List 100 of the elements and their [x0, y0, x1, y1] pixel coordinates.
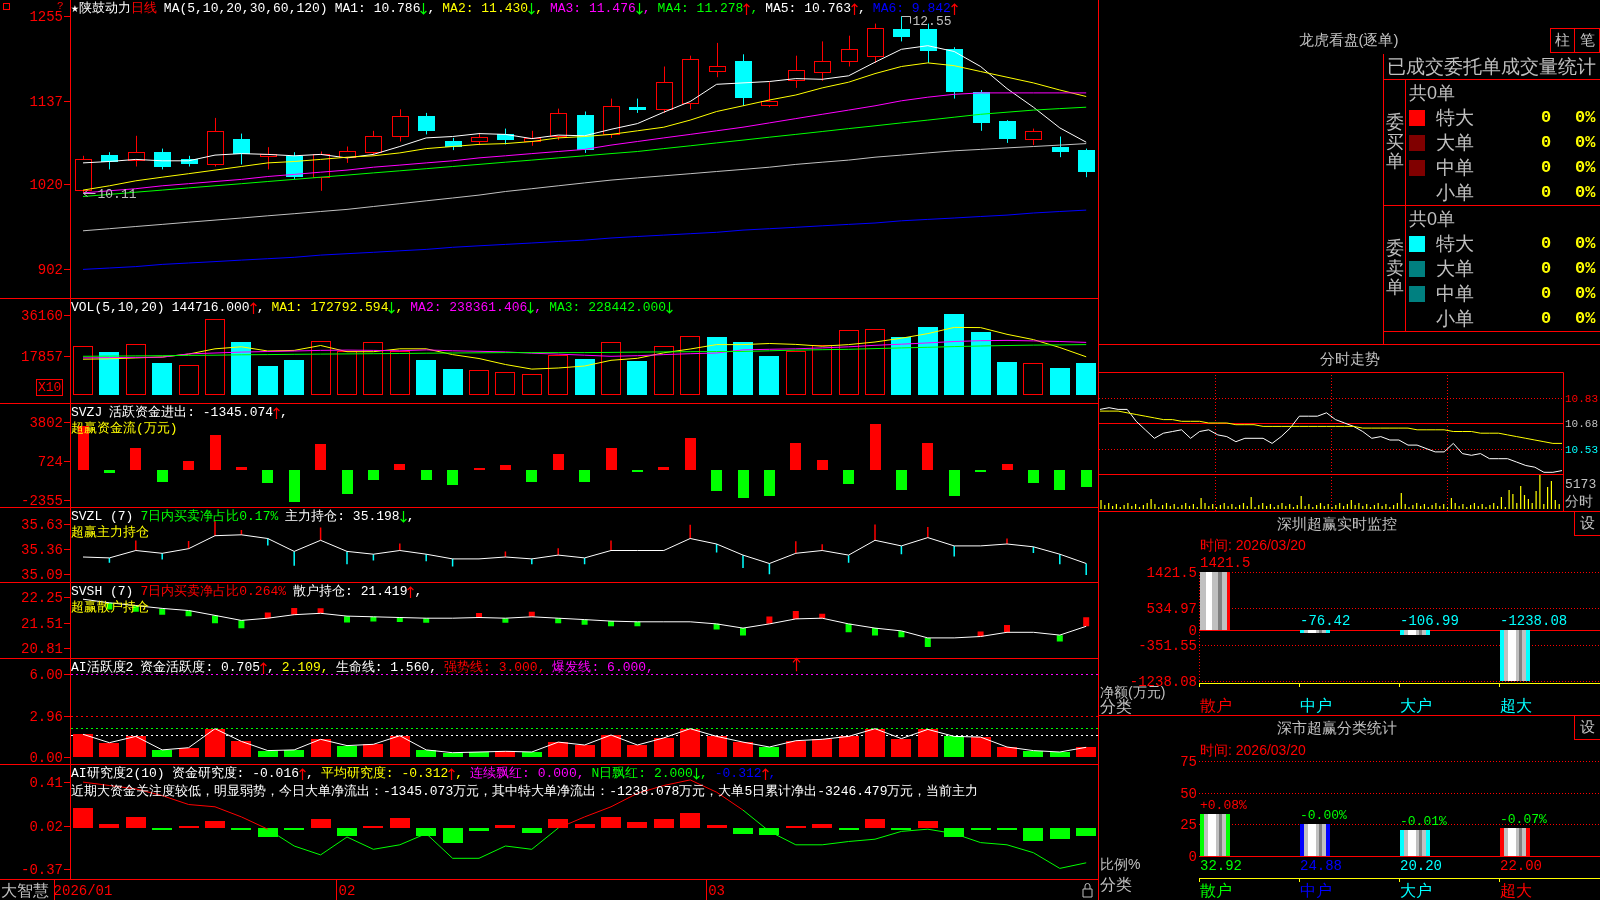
- bar: [605, 448, 617, 471]
- candlestick: [709, 42, 726, 78]
- separator-text: ,: [406, 509, 415, 525]
- bar: [552, 453, 564, 471]
- value-label: 1421.5: [1200, 555, 1251, 571]
- separator-text: ,: [427, 1, 436, 17]
- separator-text: ,: [256, 300, 265, 316]
- order-count: 0: [1539, 232, 1553, 255]
- section-label: 委买单: [1385, 112, 1404, 173]
- candlestick: [260, 146, 277, 170]
- date-label: 03: [708, 883, 725, 899]
- legend-text: -0.312: [714, 766, 762, 782]
- legend-text: 散户持仓: 21.419: [293, 584, 408, 600]
- settings-button[interactable]: 设: [1574, 716, 1600, 740]
- indicator-subtitle: 超赢资金流(万元): [71, 421, 178, 437]
- axis-title: 比例%: [1100, 856, 1141, 872]
- change-label: -0.07%: [1500, 811, 1547, 827]
- legend-text: MA6: 9.842: [872, 1, 951, 16]
- axis-label: 724: [37, 453, 63, 470]
- axis-label: 75: [1180, 753, 1197, 770]
- axis-label: -0.37: [21, 861, 63, 878]
- bar: [526, 470, 538, 482]
- period-label: 日线: [130, 1, 157, 17]
- category-label: 超大: [1500, 881, 1532, 899]
- candlestick: [629, 98, 646, 114]
- lock-icon: [1082, 883, 1093, 898]
- order-count: 0: [1539, 257, 1553, 280]
- indicator-params: MA(5,10,20,30,60,120): [163, 1, 328, 17]
- axis-label: 10.53: [1565, 443, 1598, 456]
- order-size-label: 中单: [1436, 156, 1475, 179]
- indicator-name: AI活跃度2: [71, 660, 134, 676]
- date-label: 2026/01: [53, 883, 113, 899]
- legend-text: 主力持仓: 35.198: [285, 509, 400, 525]
- candlestick: [154, 148, 171, 170]
- candlestick: [233, 133, 250, 165]
- bar: [1027, 470, 1039, 483]
- indicator-name: SVZL (7): [71, 509, 134, 525]
- value-label: -1238.08: [1500, 613, 1568, 630]
- axis-label: 25: [1180, 816, 1197, 833]
- axis-label: 0: [1188, 848, 1197, 865]
- axis-label: -2355: [21, 492, 63, 509]
- legend-text: 活跃资金进出: -1345.074: [109, 405, 274, 421]
- separator-text: ,: [267, 660, 275, 676]
- candlestick: [735, 53, 752, 107]
- candlestick: [471, 132, 488, 146]
- axis-label: 10.83: [1565, 392, 1598, 405]
- axis-label: 22.25: [21, 589, 63, 606]
- toggle-button[interactable]: 柱: [1550, 28, 1575, 53]
- bar: [341, 470, 353, 495]
- category-label: 散户: [1200, 696, 1232, 714]
- category-label: 大户: [1400, 696, 1432, 714]
- square-icon: [3, 3, 10, 10]
- chart-subtitle: 时间: 2026/03/20: [1200, 742, 1306, 758]
- value-label: 24.88: [1300, 858, 1342, 874]
- order-count: 0: [1539, 307, 1553, 330]
- separator-text: ,: [535, 1, 543, 17]
- candlestick: [603, 98, 620, 139]
- candlestick: [999, 119, 1016, 144]
- separator-text: ,: [414, 584, 423, 600]
- legend-text: MA4: 11.278: [657, 1, 744, 17]
- candlestick: [867, 23, 884, 64]
- order-share: 0%: [1575, 156, 1596, 179]
- candlestick: [920, 23, 937, 64]
- bar: [684, 437, 696, 471]
- toggle-button[interactable]: 笔: [1575, 28, 1600, 53]
- legend-text: 资金活跃度: 0.705: [140, 660, 260, 676]
- legend-text: MA3: 11.476: [549, 1, 636, 17]
- bar: [1500, 630, 1530, 681]
- axis-label: 1137: [29, 93, 63, 110]
- candlestick: [313, 151, 330, 192]
- separator-text: ,: [768, 766, 777, 782]
- table-title: 已成交委托单成交量统计: [1387, 55, 1596, 78]
- change-label: -0.01%: [1400, 813, 1447, 829]
- separator-text: ,: [395, 300, 404, 316]
- order-total: 共0单: [1409, 208, 1455, 229]
- chart-subtitle: 时间: 2026/03/20: [1200, 537, 1306, 553]
- category-label: 中户: [1300, 696, 1332, 714]
- bar: [315, 444, 327, 471]
- candlestick: [75, 155, 92, 194]
- bar: [103, 470, 115, 474]
- panel-title: 深圳超赢实时监控: [1276, 515, 1397, 533]
- bar: [156, 470, 168, 482]
- arrow-left-icon: [83, 190, 96, 197]
- order-count: 0: [1539, 282, 1553, 305]
- pointer-icon: [901, 16, 911, 24]
- candlestick: [761, 81, 778, 108]
- bar: [473, 468, 485, 471]
- order-count: 0: [1539, 131, 1553, 154]
- axis-label: 50: [1180, 785, 1197, 802]
- category-label: 散户: [1200, 881, 1232, 899]
- axis-label: 21.51: [21, 615, 63, 632]
- candlestick: [1052, 136, 1069, 158]
- bar: [394, 464, 406, 471]
- indicator-name: SVZJ: [71, 405, 103, 421]
- candlestick: [524, 130, 541, 147]
- order-share: 0%: [1575, 232, 1596, 255]
- axis-label: 3802: [29, 414, 63, 431]
- bar: [869, 424, 881, 471]
- settings-button[interactable]: 设: [1574, 512, 1600, 536]
- order-share: 0%: [1575, 106, 1596, 129]
